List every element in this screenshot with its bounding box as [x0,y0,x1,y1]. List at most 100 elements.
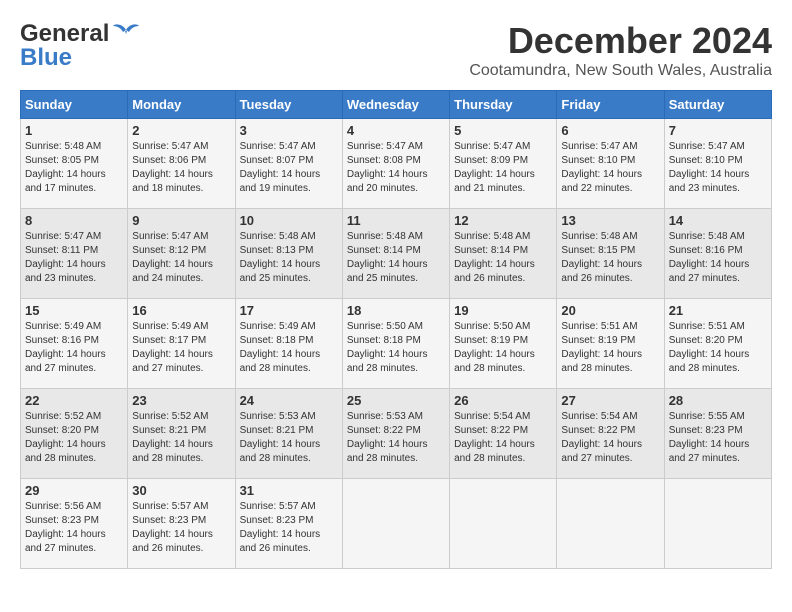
day-header-monday: Monday [128,91,235,119]
day-header-sunday: Sunday [21,91,128,119]
calendar-cell: 27 Sunrise: 5:54 AMSunset: 8:22 PMDayligh… [557,389,664,479]
day-number: 14 [669,213,767,228]
calendar-cell: 7 Sunrise: 5:47 AMSunset: 8:10 PMDaylight… [664,119,771,209]
day-number: 5 [454,123,552,138]
calendar-cell: 23 Sunrise: 5:52 AMSunset: 8:21 PMDayligh… [128,389,235,479]
day-number: 6 [561,123,659,138]
calendar-cell: 19 Sunrise: 5:50 AMSunset: 8:19 PMDayligh… [450,299,557,389]
day-info: Sunrise: 5:49 AMSunset: 8:18 PMDaylight:… [240,320,338,376]
day-info: Sunrise: 5:47 AMSunset: 8:08 PMDaylight:… [347,140,445,196]
calendar-cell [342,479,449,569]
calendar-week-row: 29 Sunrise: 5:56 AMSunset: 8:23 PMDayligh… [21,479,772,569]
calendar-week-row: 1 Sunrise: 5:48 AMSunset: 8:05 PMDaylight… [21,119,772,209]
calendar-cell: 11 Sunrise: 5:48 AMSunset: 8:14 PMDayligh… [342,209,449,299]
day-number: 30 [132,483,230,498]
day-info: Sunrise: 5:47 AMSunset: 8:06 PMDaylight:… [132,140,230,196]
day-info: Sunrise: 5:47 AMSunset: 8:07 PMDaylight:… [240,140,338,196]
calendar-cell: 4 Sunrise: 5:47 AMSunset: 8:08 PMDaylight… [342,119,449,209]
location-subtitle: Cootamundra, New South Wales, Australia [469,62,772,80]
calendar-cell: 3 Sunrise: 5:47 AMSunset: 8:07 PMDaylight… [235,119,342,209]
day-info: Sunrise: 5:50 AMSunset: 8:18 PMDaylight:… [347,320,445,376]
calendar-cell: 13Sunrise: 5:48 AMSunset: 8:15 PMDayligh… [557,209,664,299]
day-info: Sunrise: 5:48 AMSunset: 8:14 PMDaylight:… [347,230,445,286]
day-info: Sunrise: 5:48 AMSunset: 8:16 PMDaylight:… [669,230,767,286]
day-info: Sunrise: 5:54 AMSunset: 8:22 PMDaylight:… [561,410,659,466]
calendar-cell: 26 Sunrise: 5:54 AMSunset: 8:22 PMDayligh… [450,389,557,479]
day-number: 23 [132,393,230,408]
day-number: 2 [132,123,230,138]
calendar-week-row: 15 Sunrise: 5:49 AMSunset: 8:16 PMDayligh… [21,299,772,389]
day-number: 26 [454,393,552,408]
day-number: 25 [347,393,445,408]
day-number: 7 [669,123,767,138]
calendar-cell: 20 Sunrise: 5:51 AMSunset: 8:19 PMDayligh… [557,299,664,389]
day-info: Sunrise: 5:49 AMSunset: 8:16 PMDaylight:… [25,320,123,376]
day-info: Sunrise: 5:56 AMSunset: 8:23 PMDaylight:… [25,500,123,556]
day-number: 20 [561,303,659,318]
day-number: 22 [25,393,123,408]
calendar-cell: 10 Sunrise: 5:48 AMSunset: 8:13 PMDayligh… [235,209,342,299]
day-info: Sunrise: 5:52 AMSunset: 8:21 PMDaylight:… [132,410,230,466]
day-info: Sunrise: 5:47 AMSunset: 8:10 PMDaylight:… [669,140,767,196]
day-info: Sunrise: 5:50 AMSunset: 8:19 PMDaylight:… [454,320,552,376]
day-number: 31 [240,483,338,498]
calendar-cell: 25Sunrise: 5:53 AMSunset: 8:22 PMDayligh… [342,389,449,479]
day-number: 9 [132,213,230,228]
day-number: 3 [240,123,338,138]
calendar-week-row: 8Sunrise: 5:47 AMSunset: 8:11 PMDaylight… [21,209,772,299]
day-number: 27 [561,393,659,408]
day-info: Sunrise: 5:57 AMSunset: 8:23 PMDaylight:… [240,500,338,556]
logo: General Blue [20,20,141,72]
day-info: Sunrise: 5:48 AMSunset: 8:14 PMDaylight:… [454,230,552,286]
day-info: Sunrise: 5:47 AMSunset: 8:09 PMDaylight:… [454,140,552,196]
day-info: Sunrise: 5:48 AMSunset: 8:15 PMDaylight:… [561,230,659,286]
calendar-cell: 30Sunrise: 5:57 AMSunset: 8:23 PMDayligh… [128,479,235,569]
calendar-table: SundayMondayTuesdayWednesdayThursdayFrid… [20,90,772,569]
day-number: 24 [240,393,338,408]
day-info: Sunrise: 5:54 AMSunset: 8:22 PMDaylight:… [454,410,552,466]
calendar-cell: 1 Sunrise: 5:48 AMSunset: 8:05 PMDaylight… [21,119,128,209]
day-info: Sunrise: 5:55 AMSunset: 8:23 PMDaylight:… [669,410,767,466]
day-info: Sunrise: 5:52 AMSunset: 8:20 PMDaylight:… [25,410,123,466]
calendar-cell: 29 Sunrise: 5:56 AMSunset: 8:23 PMDayligh… [21,479,128,569]
day-header-friday: Friday [557,91,664,119]
calendar-cell [557,479,664,569]
day-info: Sunrise: 5:53 AMSunset: 8:21 PMDaylight:… [240,410,338,466]
calendar-cell: 16Sunrise: 5:49 AMSunset: 8:17 PMDayligh… [128,299,235,389]
day-number: 11 [347,213,445,228]
calendar-cell: 31 Sunrise: 5:57 AMSunset: 8:23 PMDayligh… [235,479,342,569]
calendar-cell: 6Sunrise: 5:47 AMSunset: 8:10 PMDaylight… [557,119,664,209]
day-number: 4 [347,123,445,138]
day-number: 1 [25,123,123,138]
calendar-cell [450,479,557,569]
day-header-thursday: Thursday [450,91,557,119]
day-info: Sunrise: 5:48 AMSunset: 8:05 PMDaylight:… [25,140,123,196]
calendar-cell [664,479,771,569]
day-info: Sunrise: 5:49 AMSunset: 8:17 PMDaylight:… [132,320,230,376]
day-number: 29 [25,483,123,498]
calendar-cell: 21Sunrise: 5:51 AMSunset: 8:20 PMDayligh… [664,299,771,389]
calendar-cell: 24 Sunrise: 5:53 AMSunset: 8:21 PMDayligh… [235,389,342,479]
calendar-cell: 17 Sunrise: 5:49 AMSunset: 8:18 PMDayligh… [235,299,342,389]
day-number: 28 [669,393,767,408]
day-number: 8 [25,213,123,228]
day-info: Sunrise: 5:47 AMSunset: 8:12 PMDaylight:… [132,230,230,286]
calendar-cell: 9 Sunrise: 5:47 AMSunset: 8:12 PMDaylight… [128,209,235,299]
day-header-tuesday: Tuesday [235,91,342,119]
day-info: Sunrise: 5:51 AMSunset: 8:20 PMDaylight:… [669,320,767,376]
day-number: 12 [454,213,552,228]
day-number: 10 [240,213,338,228]
calendar-cell: 5 Sunrise: 5:47 AMSunset: 8:09 PMDaylight… [450,119,557,209]
calendar-header-row: SundayMondayTuesdayWednesdayThursdayFrid… [21,91,772,119]
day-number: 17 [240,303,338,318]
day-info: Sunrise: 5:48 AMSunset: 8:13 PMDaylight:… [240,230,338,286]
calendar-cell: 14 Sunrise: 5:48 AMSunset: 8:16 PMDayligh… [664,209,771,299]
day-number: 15 [25,303,123,318]
day-number: 19 [454,303,552,318]
day-header-saturday: Saturday [664,91,771,119]
calendar-cell: 2 Sunrise: 5:47 AMSunset: 8:06 PMDaylight… [128,119,235,209]
day-info: Sunrise: 5:51 AMSunset: 8:19 PMDaylight:… [561,320,659,376]
calendar-cell: 22 Sunrise: 5:52 AMSunset: 8:20 PMDayligh… [21,389,128,479]
calendar-week-row: 22 Sunrise: 5:52 AMSunset: 8:20 PMDayligh… [21,389,772,479]
calendar-cell: 12 Sunrise: 5:48 AMSunset: 8:14 PMDayligh… [450,209,557,299]
